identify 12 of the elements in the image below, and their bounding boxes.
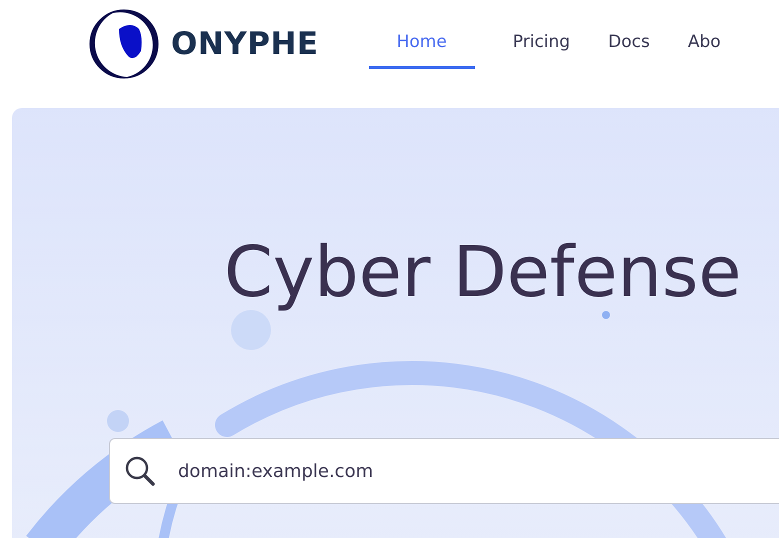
hero-title: Cyber Defense (224, 236, 742, 308)
nav-tab[interactable]: Home (368, 28, 475, 69)
bubble-drawing (602, 311, 610, 319)
logo-text: ONYPHE (171, 26, 319, 62)
nav-tab[interactable]: Docs (608, 28, 650, 69)
nav-tab[interactable]: Abo (688, 28, 721, 69)
logo-icon (87, 7, 161, 81)
search-field[interactable]: domain:example.com (109, 438, 779, 504)
nav-tab[interactable]: Pricing (512, 28, 570, 69)
search-input[interactable]: domain:example.com (176, 460, 779, 482)
search-icon (124, 455, 156, 487)
bubble-drawing (107, 410, 129, 432)
